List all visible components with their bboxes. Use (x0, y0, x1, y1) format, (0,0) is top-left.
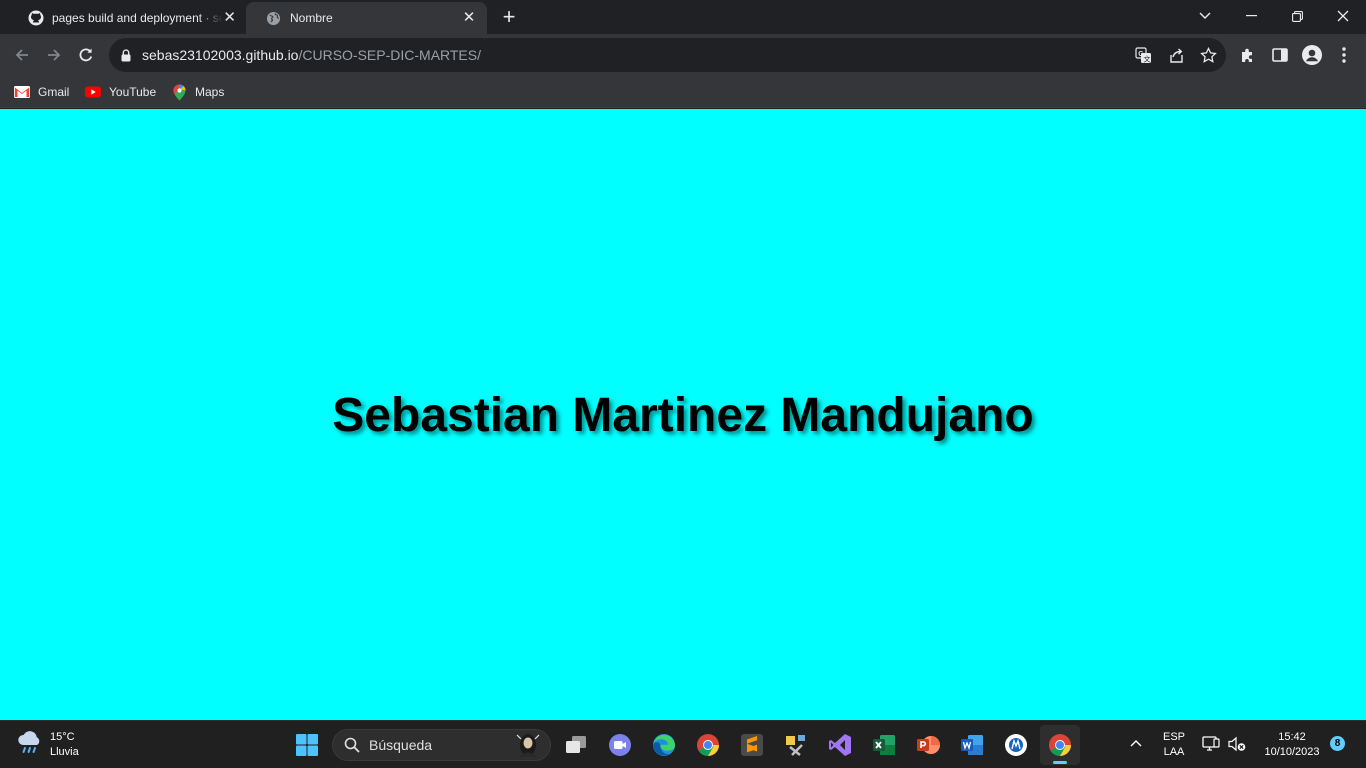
chrome-icon (697, 734, 719, 756)
reload-icon (79, 48, 93, 62)
arrow-left-icon (15, 49, 28, 61)
url-host: sebas23102003.github.io (142, 47, 299, 63)
taskbar-app-teams[interactable] (600, 725, 640, 765)
app-icon (1005, 734, 1027, 756)
url-text[interactable]: sebas23102003.github.io/CURSO-SEP-DIC-MA… (142, 47, 481, 63)
bookmark-label: Gmail (38, 85, 70, 99)
menu-kebab-icon[interactable] (1334, 45, 1354, 65)
taskbar-app-unknown[interactable] (996, 725, 1036, 765)
chevron-down-icon (1199, 12, 1211, 19)
bookmark-maps[interactable]: Maps (171, 82, 224, 102)
running-indicator (1053, 761, 1067, 764)
search-highlight-icon (510, 731, 540, 759)
taskbar-app-chrome-active[interactable] (1040, 725, 1080, 765)
github-icon (27, 10, 44, 27)
start-button[interactable] (287, 725, 327, 765)
notification-badge[interactable]: 8 (1330, 736, 1345, 751)
taskbar-app-word[interactable] (952, 725, 992, 765)
edge-icon (653, 734, 675, 756)
minimize-button[interactable] (1228, 0, 1274, 32)
teams-chat-icon (609, 734, 631, 756)
language-code: ESP (1162, 731, 1185, 743)
tab-nombre[interactable]: Nombre ✕ (246, 2, 487, 34)
globe-icon (265, 10, 282, 27)
youtube-icon (85, 84, 101, 100)
forward-button[interactable] (38, 39, 70, 71)
close-window-button[interactable] (1320, 0, 1366, 32)
windows-taskbar: 15°C Lluvia Búsqueda ESP LAA 15:42 10/10… (0, 720, 1366, 768)
bookmark-label: YouTube (109, 85, 157, 99)
restore-icon (1291, 10, 1303, 22)
back-button[interactable] (6, 39, 38, 71)
url-path: /CURSO-SEP-DIC-MARTES/ (298, 47, 482, 63)
tab-strip: pages build and deployment · sebas231020… (0, 0, 1366, 34)
clock-time: 15:42 (1278, 731, 1306, 743)
taskbar-app-excel[interactable] (864, 725, 904, 765)
bookmarks-bar: Gmail YouTube Maps (0, 76, 1366, 108)
input-language-indicator[interactable]: ESP LAA (1158, 730, 1190, 760)
share-icon[interactable] (1167, 46, 1185, 64)
task-view-button[interactable] (556, 725, 596, 765)
browser-toolbar: sebas23102003.github.io/CURSO-SEP-DIC-MA… (0, 34, 1366, 76)
gmail-icon (14, 84, 30, 100)
translate-icon[interactable]: G文 (1134, 46, 1152, 64)
reload-button[interactable] (70, 39, 102, 71)
clock-date: 10/10/2023 (1264, 746, 1320, 758)
search-icon (344, 737, 360, 753)
lock-icon[interactable] (120, 48, 132, 62)
page-heading: Sebastian Martinez Mandujano (332, 388, 1034, 442)
volume-muted-icon[interactable] (1227, 736, 1247, 757)
weather-temperature: 15°C (50, 731, 75, 743)
taskbar-app-edge[interactable] (644, 725, 684, 765)
extensions-icon[interactable] (1238, 45, 1258, 65)
chrome-icon (1049, 734, 1071, 756)
new-tab-button[interactable]: + (498, 6, 520, 28)
windows-logo-icon (296, 734, 318, 756)
visual-studio-icon (829, 734, 851, 756)
bookmark-label: Maps (195, 85, 225, 99)
maps-icon (171, 83, 187, 100)
tab-github-pages[interactable]: pages build and deployment · sebas231020… (8, 2, 246, 34)
keyboard-layout: LAA (1163, 746, 1185, 758)
tab-title: pages build and deployment · sebas231020… (52, 11, 224, 25)
close-tab-icon[interactable]: ✕ (461, 10, 477, 26)
side-panel-icon[interactable] (1270, 45, 1290, 65)
close-icon (1337, 10, 1349, 22)
weather-widget[interactable]: 15°C Lluvia (16, 727, 79, 763)
weather-condition: Lluvia (50, 746, 79, 758)
taskbar-app-visual-studio[interactable] (820, 725, 860, 765)
rain-cloud-icon (16, 730, 44, 761)
sublime-text-icon (741, 734, 763, 756)
bookmark-youtube[interactable]: YouTube (85, 82, 156, 102)
task-view-icon (566, 736, 586, 753)
taskbar-app-sublime[interactable] (732, 725, 772, 765)
word-icon (961, 735, 983, 755)
tab-title: Nombre (290, 11, 333, 25)
bookmark-gmail[interactable]: Gmail (14, 82, 69, 102)
profile-avatar-icon[interactable] (1302, 45, 1322, 65)
svg-text:文: 文 (1143, 54, 1150, 63)
show-hidden-icons-button[interactable] (1126, 737, 1146, 752)
taskbar-app-chrome[interactable] (688, 725, 728, 765)
network-icon[interactable] (1201, 736, 1221, 757)
taskbar-app-tools[interactable] (776, 725, 816, 765)
tools-icon (786, 735, 805, 756)
restore-button[interactable] (1274, 0, 1320, 32)
close-tab-icon[interactable]: ✕ (223, 10, 236, 26)
minimize-icon (1245, 15, 1257, 17)
powerpoint-icon (917, 736, 940, 754)
taskbar-app-powerpoint[interactable] (908, 725, 948, 765)
excel-icon (873, 735, 895, 755)
bookmark-star-icon[interactable] (1199, 46, 1217, 64)
taskbar-search-box[interactable]: Búsqueda (332, 729, 551, 761)
tab-search-button[interactable] (1182, 0, 1228, 32)
arrow-right-icon (48, 49, 61, 61)
chevron-up-icon (1130, 740, 1142, 747)
taskbar-clock[interactable]: 15:42 10/10/2023 (1252, 730, 1332, 760)
web-page-content: Sebastian Martinez Mandujano (0, 109, 1366, 720)
search-placeholder: Búsqueda (369, 737, 433, 753)
address-bar[interactable]: sebas23102003.github.io/CURSO-SEP-DIC-MA… (109, 38, 1226, 72)
